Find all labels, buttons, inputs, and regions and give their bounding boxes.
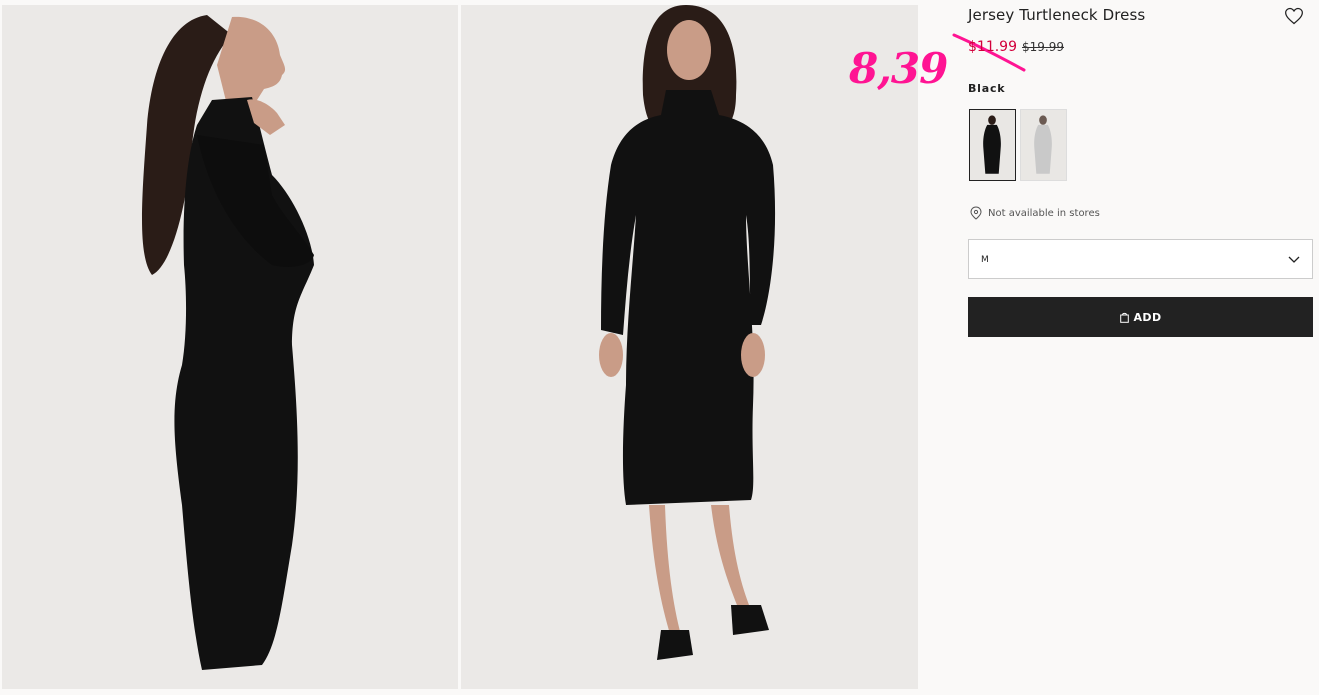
- add-button-label: ADD: [1133, 310, 1162, 324]
- swatch-grey[interactable]: [1020, 109, 1067, 181]
- store-availability-text: Not available in stores: [988, 207, 1100, 219]
- sale-price: $11.99: [968, 39, 1017, 55]
- product-info-panel: Jersey Turtleneck Dress $11.99 $19.99 Bla…: [968, 0, 1313, 695]
- shopping-bag-icon: [1119, 312, 1129, 323]
- size-selected-value: M: [981, 255, 989, 265]
- product-photo-side[interactable]: [2, 5, 458, 689]
- favorite-heart-icon[interactable]: [1284, 6, 1304, 26]
- original-price: $19.99: [1022, 40, 1064, 54]
- store-availability: Not available in stores: [970, 206, 1100, 220]
- handwritten-price-annotation: 8,39: [849, 44, 948, 93]
- model-front-illustration: [599, 5, 776, 660]
- model-side-illustration: [142, 15, 314, 670]
- size-select[interactable]: M: [968, 239, 1313, 279]
- chevron-down-icon: [1288, 256, 1300, 263]
- product-title: Jersey Turtleneck Dress: [968, 6, 1146, 24]
- product-photo-front[interactable]: [461, 5, 918, 689]
- swatch-black[interactable]: [969, 109, 1016, 181]
- location-pin-icon: [970, 206, 982, 220]
- selected-color-label: Black: [968, 82, 1006, 95]
- add-to-bag-button[interactable]: ADD: [968, 297, 1313, 337]
- grey-dress-thumbnail: [1034, 115, 1052, 174]
- black-dress-thumbnail: [983, 115, 1001, 174]
- price-row: $11.99 $19.99: [968, 39, 1064, 55]
